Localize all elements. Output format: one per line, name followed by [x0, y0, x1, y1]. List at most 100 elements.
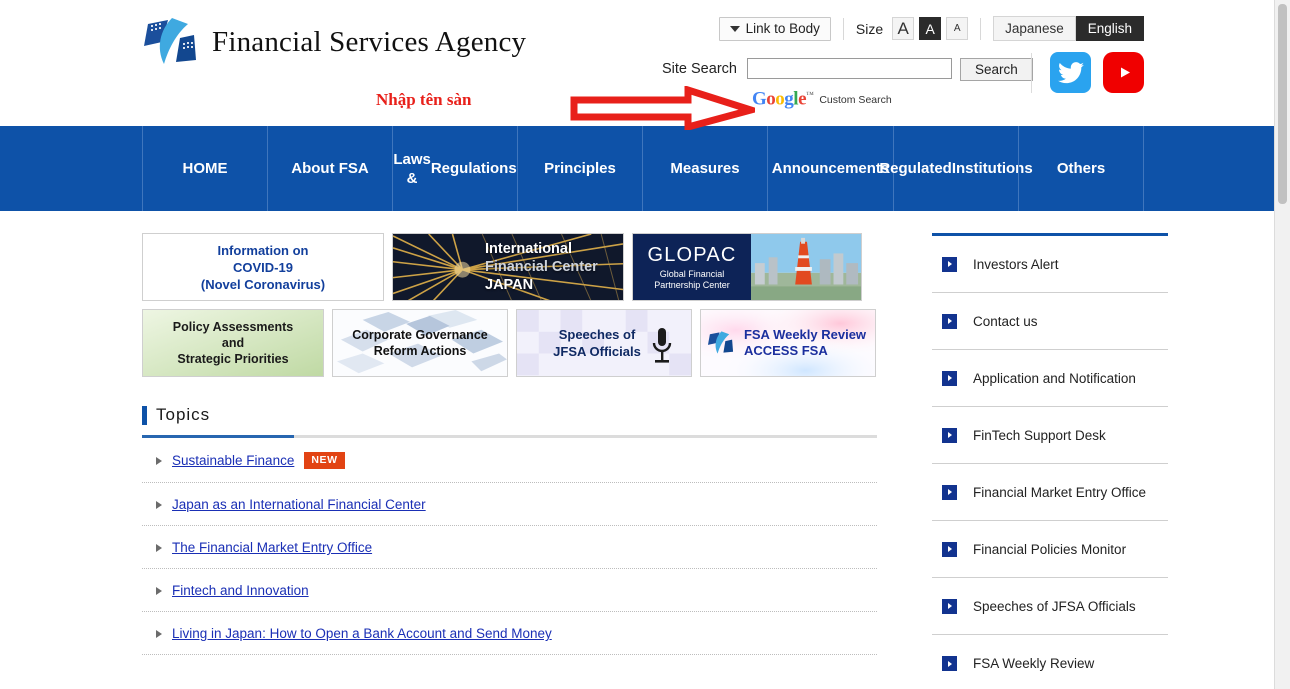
- sidebar-item-label: Investors Alert: [973, 256, 1059, 272]
- sidebar-item-contact-us[interactable]: Contact us: [932, 293, 1168, 350]
- topic-link[interactable]: Japan as an International Financial Cent…: [172, 497, 426, 512]
- topics-header: Topics: [142, 405, 877, 425]
- banner-corporate-governance[interactable]: Corporate Governance Reform Actions: [332, 309, 508, 377]
- nav-item-about-fsa[interactable]: About FSA: [267, 126, 392, 211]
- divider: [1031, 52, 1032, 93]
- youtube-icon[interactable]: [1103, 52, 1144, 93]
- topics-accent-bar: [142, 405, 147, 425]
- main-content: Information on COVID-19 (Novel Coronavir…: [142, 233, 904, 689]
- bullet-triangle-icon: [156, 543, 162, 552]
- sidebar-item-label: FinTech Support Desk: [973, 427, 1106, 443]
- page-scrollbar[interactable]: [1274, 0, 1290, 689]
- font-size-small-button[interactable]: A: [946, 17, 969, 40]
- link-to-body-button[interactable]: Link to Body: [718, 16, 831, 41]
- bullet-triangle-icon: [156, 629, 162, 638]
- nav-item-line: Regulations: [430, 160, 517, 177]
- tokyo-tower-artwork: [751, 234, 861, 300]
- topics-divider-accent: [142, 435, 294, 438]
- arrow-right-icon: [942, 256, 957, 272]
- topic-link[interactable]: The Financial Market Entry Office: [172, 540, 372, 555]
- sidebar-item-fsa-weekly-review[interactable]: FSA Weekly Review: [932, 635, 1168, 689]
- nav-item-principles[interactable]: Principles: [517, 126, 642, 211]
- banner-international-financial-center-japan[interactable]: International Financial Center JAPAN: [392, 233, 624, 301]
- nav-item-regulated-institutions[interactable]: Regulated Institutions: [879, 126, 1033, 211]
- banner-glopac-subtitle: Global Financial Partnership Center: [654, 269, 730, 291]
- sidebar-item-financial-market-entry-office[interactable]: Financial Market Entry Office: [932, 464, 1168, 521]
- sidebar-item-fintech-support-desk[interactable]: FinTech Support Desk: [932, 407, 1168, 464]
- sidebar-item-label: Financial Policies Monitor: [973, 541, 1127, 557]
- topic-item[interactable]: The Financial Market Entry Office: [142, 526, 877, 569]
- banner-speeches-line1: Speeches of: [558, 327, 636, 342]
- banner-glopac-subtitle-line1: Global Financial: [659, 268, 725, 279]
- banner-speeches-line2: JFSA Officials: [553, 344, 641, 359]
- fsa-logo-icon: [144, 18, 196, 64]
- twitter-icon[interactable]: [1050, 52, 1091, 93]
- sidebar-item-investors-alert[interactable]: Investors Alert: [932, 236, 1168, 293]
- sidebar-item-application-and-notification[interactable]: Application and Notification: [932, 350, 1168, 407]
- google-letter: e: [798, 88, 806, 110]
- font-size-large-button[interactable]: A: [892, 17, 915, 40]
- google-letter: o: [775, 88, 785, 110]
- sidebar-item-label: Financial Market Entry Office: [973, 484, 1147, 500]
- topic-item[interactable]: Fintech and Innovation: [142, 569, 877, 612]
- banner-corporate-line2: Reform Actions: [373, 344, 467, 358]
- header-controls: Link to Body Size A A A Japanese English: [718, 16, 1144, 41]
- banner-policy-line3: Strategic Priorities: [177, 352, 289, 366]
- topic-link[interactable]: Fintech and Innovation: [172, 583, 309, 598]
- nav-right-spacer: [1143, 126, 1274, 211]
- chevron-down-icon: [729, 25, 740, 32]
- topic-item[interactable]: Japan as an International Financial Cent…: [142, 483, 877, 526]
- size-label: Size: [855, 20, 884, 37]
- nav-item-home[interactable]: HOME: [142, 126, 267, 211]
- banner-ifc-line2: Financial Center: [485, 259, 598, 275]
- banner-covid19-line3: (Novel Coronavirus): [200, 276, 326, 292]
- main-area: Information on COVID-19 (Novel Coronavir…: [0, 211, 1274, 689]
- sidebar-item-financial-policies-monitor[interactable]: Financial Policies Monitor: [932, 521, 1168, 578]
- banner-covid19-text: Information on COVID-19 (Novel Coronavir…: [201, 242, 325, 293]
- banner-corporate-line1: Corporate Governance: [352, 328, 488, 342]
- bullet-triangle-icon: [156, 456, 162, 465]
- banner-covid19[interactable]: Information on COVID-19 (Novel Coronavir…: [142, 233, 384, 301]
- font-size-medium-button[interactable]: A: [919, 17, 942, 40]
- divider: [980, 17, 982, 40]
- banner-ifc-line1: International: [485, 241, 573, 257]
- arrow-right-icon: [942, 313, 957, 329]
- banner-row-1: Information on COVID-19 (Novel Coronavir…: [142, 233, 904, 301]
- microphone-icon: [652, 328, 672, 363]
- nav-item-measures[interactable]: Measures: [642, 126, 767, 211]
- sidebar-item-label: Contact us: [973, 313, 1038, 329]
- banner-glopac[interactable]: GLOPAC Global Financial Partnership Cent…: [632, 233, 862, 301]
- banner-policy-assessments[interactable]: Policy Assessments and Strategic Priorit…: [142, 309, 324, 377]
- red-right-arrow-icon: [570, 86, 755, 130]
- topic-link[interactable]: Living in Japan: How to Open a Bank Acco…: [172, 626, 552, 641]
- link-to-body-label: Link to Body: [745, 20, 820, 36]
- topic-item[interactable]: Living in Japan: How to Open a Bank Acco…: [142, 612, 877, 655]
- site-search-label: Site Search: [662, 61, 737, 77]
- nav-item-others[interactable]: Others: [1018, 126, 1143, 211]
- language-english-button[interactable]: English: [1075, 16, 1144, 41]
- banner-fsa-weekly-review[interactable]: FSA Weekly Review ACCESS FSA: [700, 309, 876, 377]
- nav-item-line: Regulated: [879, 160, 952, 177]
- nav-item-laws-regulations[interactable]: Laws & Regulations: [392, 126, 517, 211]
- arrow-right-icon: [942, 484, 957, 500]
- site-header: Financial Services Agency Nhập tên sàn L…: [0, 0, 1274, 130]
- font-size-group: Size A A A: [855, 17, 969, 40]
- topic-item[interactable]: Sustainable Finance NEW: [142, 438, 877, 483]
- annotation-text: Nhập tên sàn: [376, 90, 472, 109]
- site-title: Financial Services Agency: [212, 25, 527, 58]
- arrow-right-icon: [942, 656, 957, 671]
- scrollbar-thumb[interactable]: [1278, 4, 1287, 204]
- sidebar-item-speeches-of-jfsa-officials[interactable]: Speeches of JFSA Officials: [932, 578, 1168, 635]
- search-input[interactable]: [746, 58, 952, 79]
- nav-item-announcements[interactable]: Announcements: [767, 126, 893, 211]
- language-japanese-button[interactable]: Japanese: [993, 16, 1076, 41]
- sidebar: Investors Alert Contact us Application a…: [932, 233, 1168, 689]
- google-letter: g: [784, 88, 794, 110]
- banner-speeches-jfsa-officials[interactable]: Speeches of JFSA Officials: [516, 309, 692, 377]
- search-button[interactable]: Search: [959, 58, 1033, 81]
- banner-glopac-photo: [751, 234, 861, 300]
- topic-link[interactable]: Sustainable Finance: [172, 453, 294, 468]
- language-group: Japanese English: [993, 16, 1144, 41]
- google-logo: Google™: [752, 85, 814, 110]
- site-brand[interactable]: Financial Services Agency: [142, 16, 526, 68]
